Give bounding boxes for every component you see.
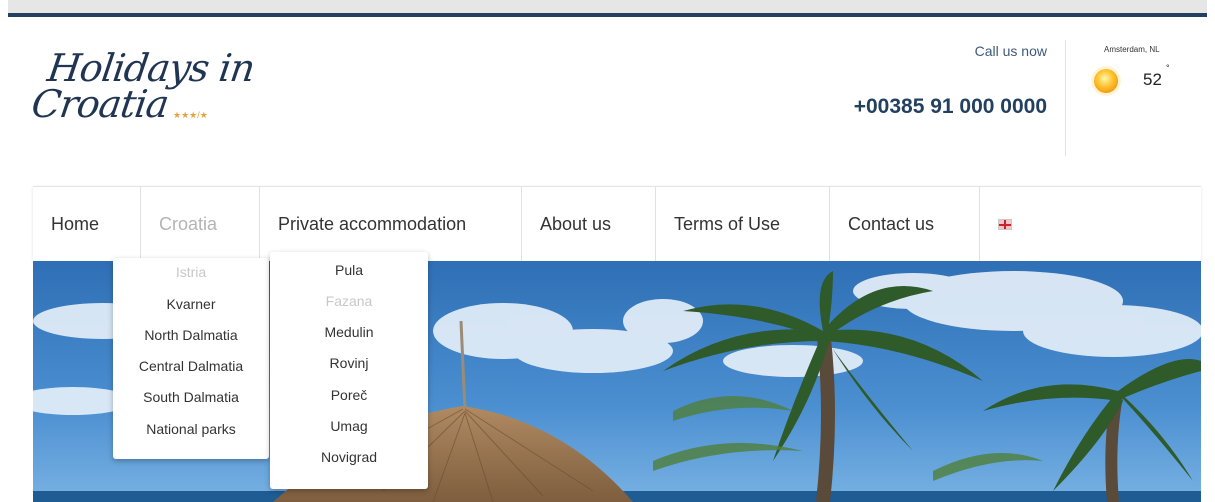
nav-item-private-accommodation[interactable]: Private accommodation <box>260 187 522 261</box>
nav-item-home[interactable]: Home <box>33 187 141 261</box>
dropdown-item-pula[interactable]: Pula <box>270 262 428 278</box>
dropdown-item-national-parks[interactable]: National parks <box>113 421 269 437</box>
nav-item-language[interactable] <box>980 187 1060 261</box>
dropdown-item-porec[interactable]: Poreč <box>270 387 428 403</box>
logo-text-line2: Croatia <box>28 82 171 126</box>
top-grey-strip <box>8 0 1207 13</box>
dropdown-item-fazana[interactable]: Fazana <box>270 293 428 309</box>
flag-icon[interactable] <box>998 218 1012 230</box>
dropdown-item-rovinj[interactable]: Rovinj <box>270 355 428 371</box>
nav-item-about-us[interactable]: About us <box>522 187 656 261</box>
dropdown-item-north-dalmatia[interactable]: North Dalmatia <box>113 327 269 343</box>
dropdown-item-istria[interactable]: Istria <box>113 264 269 280</box>
degree-symbol: ° <box>1166 63 1170 73</box>
call-us-label: Call us now <box>974 43 1047 59</box>
dropdown-item-novigrad[interactable]: Novigrad <box>270 449 428 465</box>
dropdown-item-south-dalmatia[interactable]: South Dalmatia <box>113 389 269 405</box>
nav-item-croatia[interactable]: Croatia <box>141 187 260 261</box>
dropdown-istria-towns: Pula Fazana Medulin Rovinj Poreč Umag No… <box>270 252 428 489</box>
header-divider <box>1065 40 1066 156</box>
dropdown-item-kvarner[interactable]: Kvarner <box>113 296 269 312</box>
phone-number[interactable]: +00385 91 000 0000 <box>854 95 1047 119</box>
dropdown-item-central-dalmatia[interactable]: Central Dalmatia <box>113 358 269 374</box>
nav-item-terms-of-use[interactable]: Terms of Use <box>656 187 830 261</box>
site-logo[interactable]: Holidays in Croatia ★★★/★ <box>28 46 268 136</box>
dropdown-item-medulin[interactable]: Medulin <box>270 324 428 340</box>
sun-icon <box>1089 64 1123 98</box>
top-blue-strip <box>8 13 1207 17</box>
main-nav: Home Croatia Private accommodation About… <box>33 186 1201 261</box>
dropdown-croatia-regions: Istria Kvarner North Dalmatia Central Da… <box>113 258 269 459</box>
logo-stars: ★★★/★ <box>173 110 208 120</box>
weather-temperature: 52 <box>1143 70 1162 89</box>
dropdown-item-umag[interactable]: Umag <box>270 418 428 434</box>
nav-item-contact-us[interactable]: Contact us <box>830 187 980 261</box>
weather-location: Amsterdam, NL <box>1104 45 1160 54</box>
